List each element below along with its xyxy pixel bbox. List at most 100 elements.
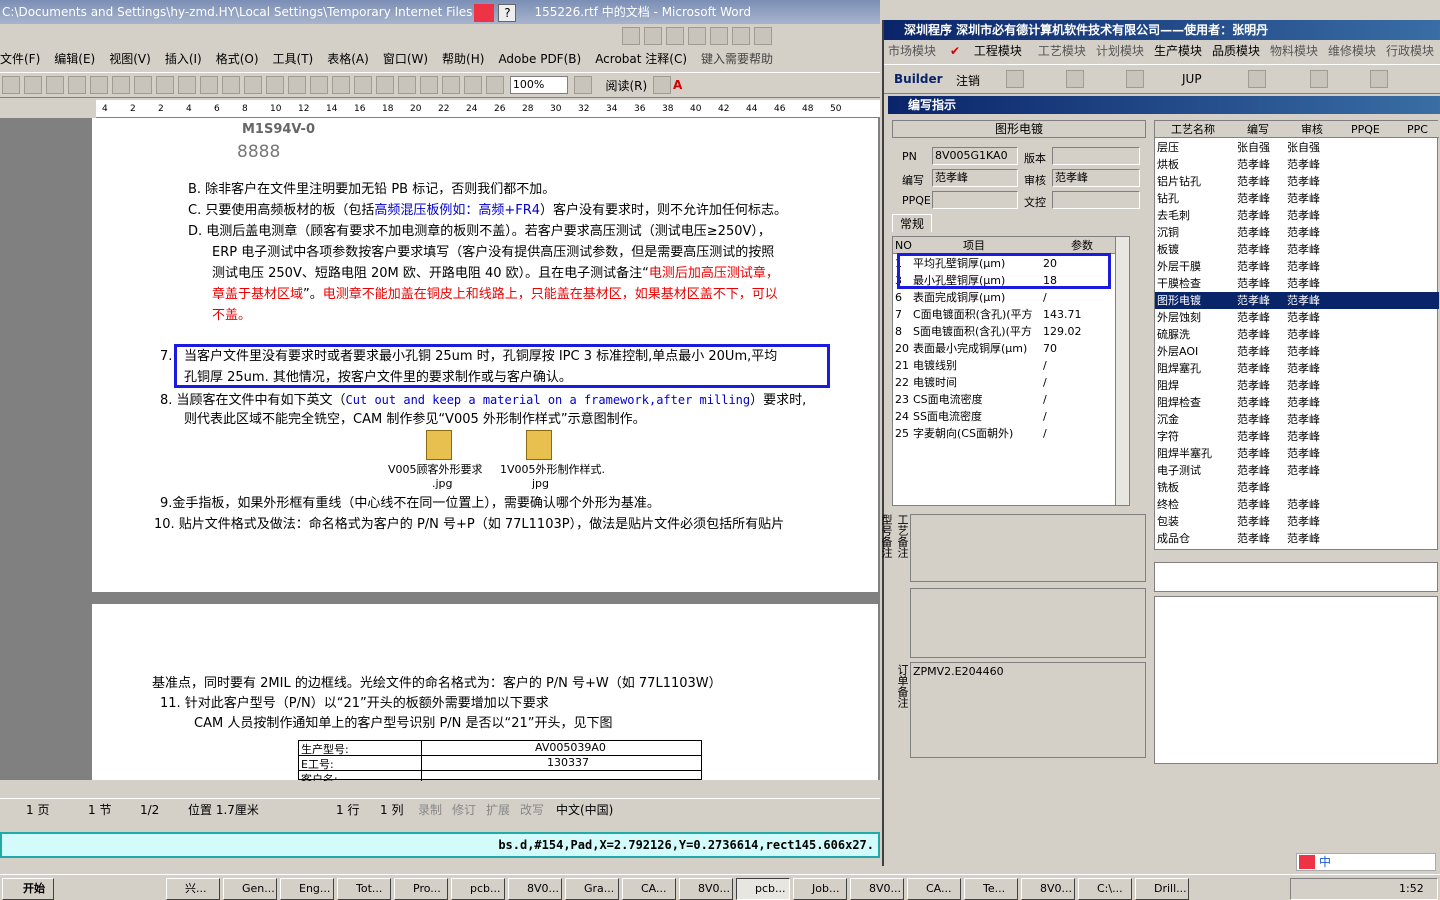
save-icon[interactable] (46, 76, 64, 94)
param-row[interactable]: 25 字麦朝向(CS面朝外) / (893, 425, 1123, 442)
process-row[interactable]: 去毛刺 范孝峰 范孝峰 (1155, 207, 1439, 224)
text-icon[interactable] (688, 27, 706, 45)
list-icon[interactable] (754, 27, 772, 45)
map-icon[interactable] (464, 76, 482, 94)
process-row[interactable]: 阻焊半塞孔 范孝峰 范孝峰 (1155, 445, 1439, 462)
process-row[interactable]: 铣板 范孝峰 (1155, 479, 1439, 496)
process-row[interactable]: 包装 范孝峰 范孝峰 (1155, 513, 1439, 530)
process-row[interactable]: 钻孔 范孝峰 范孝峰 (1155, 190, 1439, 207)
taskbar-item[interactable]: Drill... (1135, 878, 1189, 900)
insert-table-icon[interactable] (376, 76, 394, 94)
jup-button[interactable]: JUP (1182, 72, 1202, 86)
taskbar-item[interactable]: Tot... (337, 878, 391, 900)
taskbar-item[interactable]: 8V0... (1021, 878, 1075, 900)
menu-table[interactable]: 表格(A) (327, 52, 369, 66)
taskbar-item[interactable]: 8V0... (850, 878, 904, 900)
format-painter-icon[interactable] (266, 76, 284, 94)
new-icon[interactable] (2, 76, 20, 94)
menu-tools[interactable]: 工具(T) (273, 52, 314, 66)
param-row[interactable]: 24 SS面电流密度 / (893, 408, 1123, 425)
process-row[interactable]: 板镀 范孝峰 范孝峰 (1155, 241, 1439, 258)
module-market[interactable]: 市场模块 (888, 44, 936, 58)
excel-export-icon[interactable] (1066, 70, 1084, 88)
horizontal-ruler[interactable]: 4 2 2 4 6 8 10 12 14 16 18 20 22 24 26 28 30 32 34 36 38 40 42… (96, 100, 880, 118)
status-overwrite[interactable]: 改写 (520, 799, 544, 821)
param-row[interactable]: 8 S面电镀面积(含孔)(平方 129.02 (893, 323, 1123, 340)
pn-field[interactable]: 8V005G1KA0 (932, 147, 1018, 165)
process-remark-field[interactable] (910, 514, 1146, 582)
drawing-icon[interactable] (442, 76, 460, 94)
read-button[interactable]: 阅读(R) (605, 77, 647, 94)
ime-bar[interactable]: 中 (1296, 853, 1436, 871)
menu-file[interactable]: 文件(F) (0, 52, 40, 66)
permission-icon[interactable] (68, 76, 86, 94)
module-engineering[interactable]: ✔ 工程模块 (946, 44, 1028, 58)
taskbar-item[interactable]: 8V0... (508, 878, 562, 900)
param-row[interactable]: 7 C面电镀面积(含孔)(平方 143.71 (893, 306, 1123, 323)
tab-general[interactable]: 常规 (892, 214, 932, 232)
building-icon[interactable] (1310, 70, 1328, 88)
paste-icon[interactable] (244, 76, 262, 94)
start-button[interactable]: 开始 (2, 878, 54, 900)
param-row[interactable]: 22 电镀时间 / (893, 374, 1123, 391)
taskbar-item[interactable]: Gra... (565, 878, 619, 900)
menu-edit[interactable]: 编辑(E) (54, 52, 95, 66)
radio-icon[interactable] (732, 27, 750, 45)
doc-control-field[interactable] (1052, 191, 1140, 209)
module-quality[interactable]: 品质模块 (1212, 44, 1260, 58)
status-record[interactable]: 录制 (418, 799, 442, 821)
order-remark-field[interactable]: ZPMV2.E204460 (910, 662, 1146, 758)
process-row[interactable]: 成品仓 范孝峰 范孝峰 (1155, 530, 1439, 547)
taskbar-item[interactable]: Job... (793, 878, 847, 900)
tables-icon[interactable] (354, 76, 372, 94)
show-hide-icon[interactable] (486, 76, 504, 94)
audit-field[interactable]: 范孝峰 (1052, 169, 1140, 187)
pen-icon[interactable] (622, 27, 640, 45)
attachment-2-icon[interactable] (526, 430, 552, 460)
process-row[interactable]: 沉铜 范孝峰 范孝峰 (1155, 224, 1439, 241)
font-color-icon[interactable]: A (673, 78, 682, 92)
module-maintenance[interactable]: 维修模块 (1328, 44, 1376, 58)
cut-icon[interactable] (200, 76, 218, 94)
status-revision[interactable]: 修订 (452, 799, 476, 821)
help-icon[interactable]: ? (498, 3, 517, 22)
process-row[interactable]: 铝片钻孔 范孝峰 范孝峰 (1155, 173, 1439, 190)
research-icon[interactable] (178, 76, 196, 94)
checkbox-icon[interactable] (666, 27, 684, 45)
process-row[interactable]: 阻焊检查 范孝峰 范孝峰 (1155, 394, 1439, 411)
process-row[interactable]: 层压 张自强 张自强 (1155, 139, 1439, 156)
word-export-icon[interactable] (1126, 70, 1144, 88)
spell-icon[interactable] (156, 76, 174, 94)
process-row[interactable]: 外层蚀刻 范孝峰 范孝峰 (1155, 309, 1439, 326)
zoom-select[interactable]: 100% (509, 76, 568, 94)
version-field[interactable] (1052, 147, 1140, 165)
menu-view[interactable]: 视图(V) (109, 52, 151, 66)
copy-icon[interactable] (222, 76, 240, 94)
process-row[interactable]: 字符 范孝峰 范孝峰 (1155, 428, 1439, 445)
module-admin[interactable]: 行政模块 (1386, 44, 1434, 58)
help-search-hint[interactable]: 键入需要帮助 (701, 52, 773, 66)
taskbar-item[interactable]: CA... (622, 878, 676, 900)
process-row[interactable]: 外层干膜 范孝峰 范孝峰 (1155, 258, 1439, 275)
process-row[interactable]: 阻焊 范孝峰 范孝峰 (1155, 377, 1439, 394)
gear-icon[interactable] (1370, 70, 1388, 88)
review-icon[interactable] (644, 27, 662, 45)
attachment-1-ext[interactable]: .jpg (432, 474, 453, 494)
attachment-2-ext[interactable]: jpg (532, 474, 549, 494)
process-row[interactable]: 终检 范孝峰 范孝峰 (1155, 496, 1439, 513)
menu-help[interactable]: 帮助(H) (442, 52, 484, 66)
hyperlink-icon[interactable] (332, 76, 350, 94)
taskbar-item[interactable]: Gen... (223, 878, 277, 900)
taskbar-item[interactable]: pcb... (736, 878, 790, 900)
preview-icon[interactable] (112, 76, 130, 94)
cam-command-bar[interactable]: bs.d,#154,Pad,X=2.792126,Y=0.2736614,rec… (0, 832, 880, 858)
excel-icon[interactable] (398, 76, 416, 94)
process-row[interactable]: 外层AOI 范孝峰 范孝峰 (1155, 343, 1439, 360)
report-icon[interactable] (1006, 70, 1024, 88)
process-row[interactable]: 干膜检查 范孝峰 范孝峰 (1155, 275, 1439, 292)
taskbar-item[interactable]: pcb... (451, 878, 505, 900)
menu-acrobat[interactable]: Acrobat 注释(C) (595, 52, 687, 66)
process-note-field[interactable] (1154, 562, 1438, 592)
module-material[interactable]: 物料模块 (1270, 44, 1318, 58)
param-row[interactable]: 21 电镀线别 / (893, 357, 1123, 374)
